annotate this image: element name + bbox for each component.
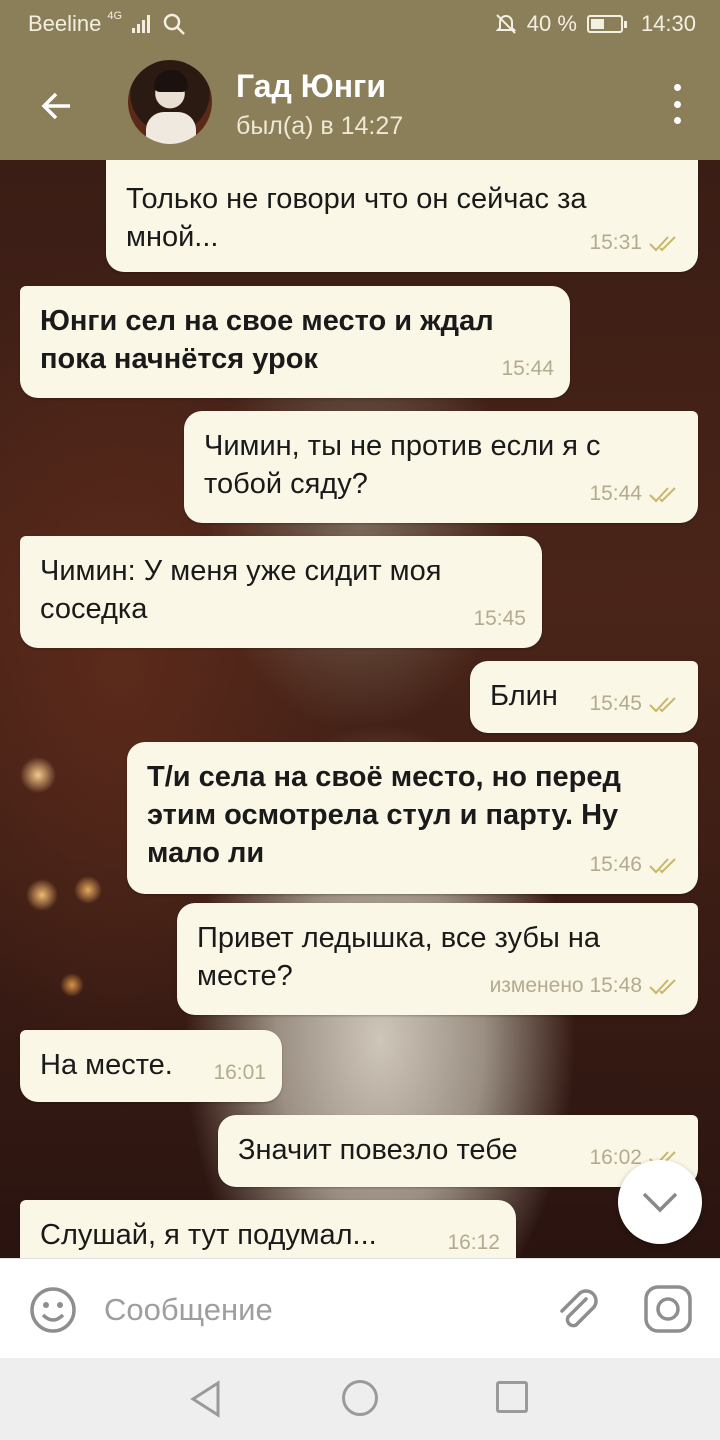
message-bubble[interactable]: Юнги сел на свое место и ждал пока начнё… [20,286,570,398]
chevron-down-icon [642,1192,678,1213]
message-time: изменено 15:48 [489,974,642,997]
battery-icon [586,15,627,33]
message-time: 15:46 [589,853,642,876]
message-input[interactable] [104,1287,524,1333]
message-bubble[interactable]: Привет ледышка, все зубы на месте? измен… [177,903,698,1015]
message-time: 15:31 [589,231,642,254]
search-icon [163,13,185,35]
chat-area[interactable]: Только не говори что он сейчас за мной..… [0,160,720,1258]
message-bubble[interactable]: Чимин: У меня уже сидит моя соседка 15:4… [20,536,542,648]
read-ticks-icon [649,236,676,252]
scroll-down-button[interactable] [618,1160,702,1244]
system-nav-bar [0,1358,720,1440]
read-ticks-icon [649,858,676,874]
message-bubble[interactable]: Слушай, я тут подумал... 16:12 [20,1200,516,1258]
avatar[interactable] [128,60,212,144]
more-vert-icon [673,84,681,91]
network-type-label: 4G [107,10,123,22]
message-bubble[interactable]: На месте. 16:01 [20,1030,282,1102]
more-options-button[interactable] [662,84,692,124]
contact-name[interactable]: Гад Юнги [236,68,386,105]
chat-header: Гад Юнги был(а) в 14:27 [0,48,720,160]
message-bubble[interactable]: Блин 15:45 [470,661,698,733]
message-bubble[interactable]: Чимин, ты не против если я с тобой сяду?… [184,411,698,523]
back-arrow-icon [41,92,70,120]
attach-icon[interactable] [552,1285,602,1335]
message-text: Слушай, я тут подумал... [40,1219,377,1251]
message-bubble[interactable]: Только не говори что он сейчас за мной..… [106,160,698,272]
signal-icon [132,15,151,33]
message-time: 15:45 [589,692,642,715]
back-button[interactable] [28,78,84,134]
camera-icon[interactable] [642,1283,694,1335]
read-ticks-icon [649,979,676,995]
status-bar: Beeline 4G 40 % 14:30 [0,0,720,48]
nav-back-icon[interactable] [188,1380,224,1418]
nav-home-icon[interactable] [342,1380,378,1416]
nav-recent-icon[interactable] [496,1381,528,1413]
message-text: Чимин: У меня уже сидит моя соседка [40,555,442,625]
message-time: 15:44 [589,482,642,505]
message-text: Юнги сел на свое место и ждал пока начнё… [40,305,494,375]
clock: 14:30 [640,11,696,36]
message-time: 15:45 [473,607,526,630]
mute-bell-icon [495,14,517,34]
message-input-bar [0,1258,720,1358]
last-seen-status: был(а) в 14:27 [236,112,404,140]
message-time: 15:44 [501,357,554,380]
message-bubble[interactable]: Т/и села на своё место, но перед этим ос… [127,742,698,894]
read-ticks-icon [649,487,676,503]
emoji-icon[interactable] [28,1285,78,1335]
message-time: 16:01 [213,1061,266,1084]
battery-percent: 40 % [526,11,577,36]
message-time: 16:12 [447,1231,500,1254]
carrier-label: Beeline [28,11,102,36]
read-ticks-icon [649,697,676,713]
